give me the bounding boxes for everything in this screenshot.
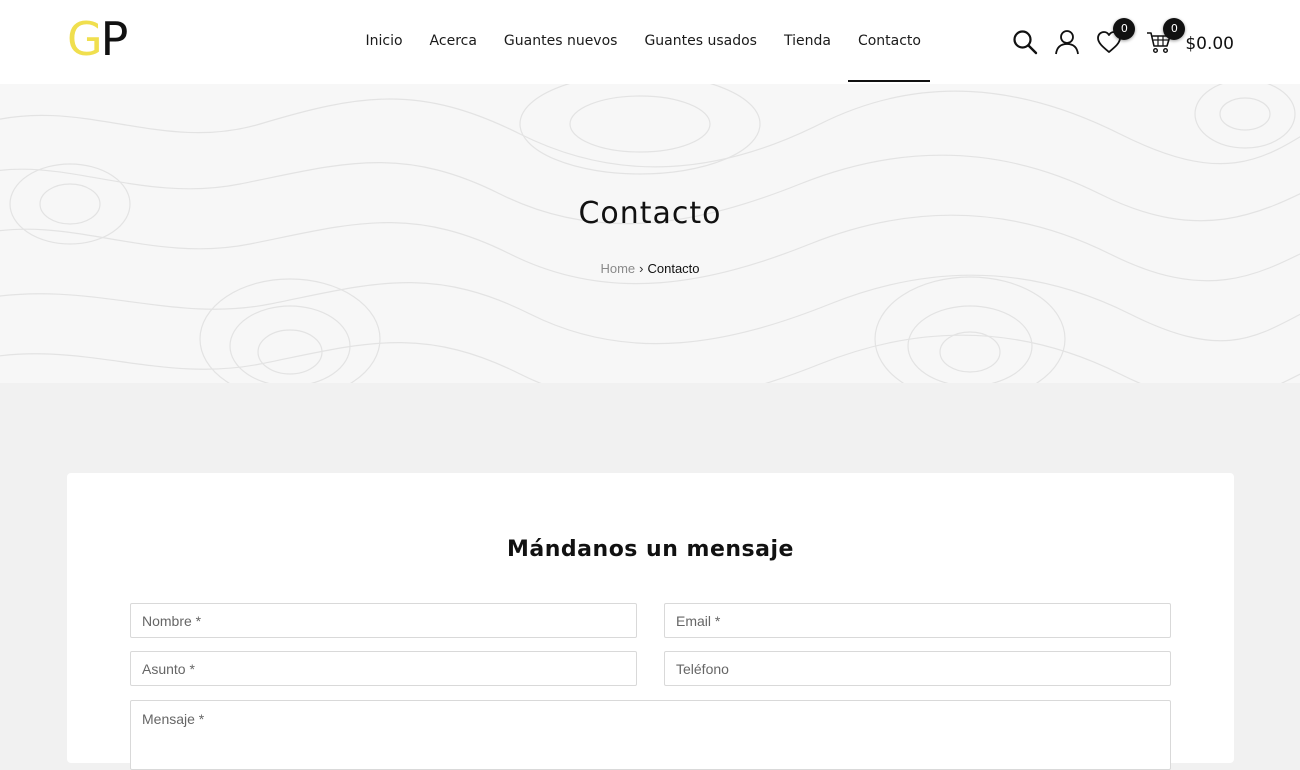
main-nav: Inicio Acerca Guantes nuevos Guantes usa… [352,0,934,84]
contact-form-card: Mándanos un mensaje [67,473,1234,770]
wishlist-count-badge: 0 [1113,18,1136,40]
cart-total[interactable]: $0.00 [1185,34,1234,54]
breadcrumb: Home › Contacto [0,261,1300,276]
page-hero: Contacto Home › Contacto [0,84,1300,383]
nav-item-acerca[interactable]: Acerca [416,0,490,84]
page-title: Contacto [578,196,722,231]
subject-field[interactable] [130,651,637,686]
email-field[interactable] [664,603,1171,638]
breadcrumb-home-link[interactable]: Home [600,261,635,276]
wishlist-button[interactable]: 0 [1095,18,1136,56]
breadcrumb-separator: › [639,261,644,276]
form-title: Mándanos un mensaje [507,537,794,562]
breadcrumb-current: Contacto [647,261,700,276]
logo-letter-p: P [100,12,129,66]
site-header: GP Inicio Acerca Guantes nuevos Guantes … [0,0,1300,84]
message-field[interactable] [130,700,1171,770]
nav-item-inicio[interactable]: Inicio [352,0,416,84]
name-field[interactable] [130,603,637,638]
nav-item-guantes-nuevos[interactable]: Guantes nuevos [490,0,631,84]
user-icon[interactable] [1053,28,1081,56]
nav-item-contacto[interactable]: Contacto [844,0,934,84]
topographic-background-pattern [0,84,1300,383]
nav-item-tienda[interactable]: Tienda [770,0,844,84]
site-logo[interactable]: GP [67,12,129,66]
logo-letter-g: G [67,12,103,66]
cart-button[interactable]: 0 [1145,18,1186,56]
header-actions: 0 0 $0.00 [997,0,1234,84]
phone-field[interactable] [664,651,1171,686]
nav-item-guantes-usados[interactable]: Guantes usados [631,0,771,84]
search-icon[interactable] [1011,28,1039,56]
cart-count-badge: 0 [1163,18,1186,40]
